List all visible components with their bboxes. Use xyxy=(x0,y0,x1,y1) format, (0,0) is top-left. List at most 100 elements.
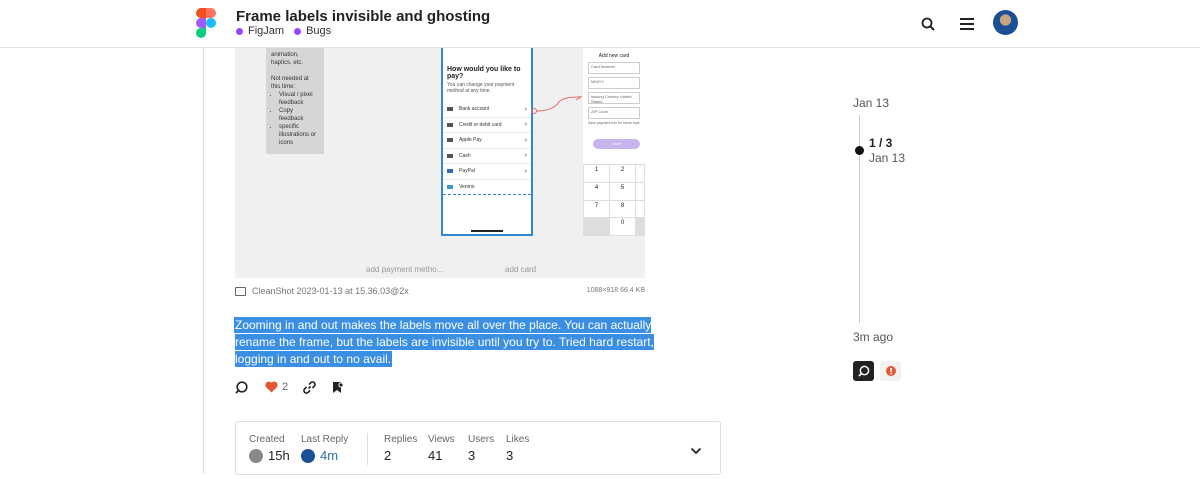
timeline-handle[interactable] xyxy=(855,146,864,155)
note-bullet: Copy feedback xyxy=(279,107,319,123)
numeric-keypad: 1 2 4 5 7 8 0 xyxy=(583,164,645,236)
key xyxy=(636,182,644,200)
apple-icon xyxy=(447,138,453,143)
figma-logo[interactable] xyxy=(196,8,216,38)
replies-stat: Replies 2 xyxy=(384,434,417,463)
pay-option: Apple Pay › xyxy=(443,133,531,149)
key: 4 xyxy=(584,182,609,200)
key: 8 xyxy=(610,200,635,218)
timeline-reply-button[interactable] xyxy=(853,361,874,381)
timeline-position-date: Jan 13 xyxy=(869,151,906,165)
category-label: FigJam xyxy=(248,25,285,37)
connector-arrow-icon xyxy=(531,96,582,114)
reply-icon[interactable] xyxy=(234,380,248,394)
category-bugs[interactable]: Bugs xyxy=(294,25,331,37)
category-dot-icon xyxy=(236,27,243,35)
note-bullet: specific illustrations or icons xyxy=(279,123,319,147)
stat-value: 3 xyxy=(506,448,514,463)
sticky-note: animation, haptics, etc. Not needed at t… xyxy=(266,48,324,154)
stat-label: Users xyxy=(468,434,495,445)
key: 2 xyxy=(610,165,635,182)
hamburger-menu-icon[interactable] xyxy=(957,14,977,34)
phone-subtext: You can change your payment method at an… xyxy=(447,82,515,94)
user-avatar[interactable] xyxy=(993,10,1018,35)
search-icon[interactable] xyxy=(918,14,938,34)
bookmark-flag-icon[interactable] xyxy=(330,380,344,394)
timeline-start-date[interactable]: Jan 13 xyxy=(853,96,889,110)
topic-title[interactable]: Frame labels invisible and ghosting xyxy=(236,8,490,25)
link-icon[interactable] xyxy=(302,380,316,394)
frame-caption: add payment metho... xyxy=(366,265,444,274)
views-stat: Views 41 xyxy=(428,434,455,463)
pay-option: Cash › xyxy=(443,149,531,164)
category-figjam[interactable]: FigJam xyxy=(236,25,284,37)
created-stat: Created 15h xyxy=(249,434,290,463)
note-line: haptics, etc. xyxy=(271,60,304,66)
last-reply-stat: Last Reply 4m xyxy=(301,434,348,463)
timeline-position: 1 / 3 xyxy=(869,136,893,150)
users-stat: Users 3 xyxy=(468,434,494,463)
chevron-down-icon[interactable] xyxy=(690,442,702,460)
key: 7 xyxy=(584,200,609,218)
key: 5 xyxy=(610,182,635,200)
stat-label: Replies xyxy=(384,434,418,445)
stat-label: Last Reply xyxy=(301,434,349,445)
last-replier-avatar[interactable] xyxy=(301,448,315,463)
phone-frame-payment: How would you like to pay? You can chang… xyxy=(441,48,533,236)
stat-label: Likes xyxy=(506,434,530,445)
key: 0 xyxy=(610,218,635,235)
image-filename[interactable]: CleanShot 2023-01-13 at 15.36.03@2x xyxy=(252,286,409,296)
card-field: Card Number xyxy=(588,62,640,74)
category-dot-icon xyxy=(294,27,302,35)
likes-stat: Likes 3 xyxy=(506,434,529,463)
stat-value: 41 xyxy=(428,448,443,463)
creator-avatar[interactable] xyxy=(249,448,263,463)
paypal-icon xyxy=(447,169,453,174)
stat-value: 3 xyxy=(468,448,476,463)
cash-icon xyxy=(447,153,453,158)
selected-text: Zooming in and out makes the labels move… xyxy=(235,318,654,366)
phone-heading: How would you like to pay? xyxy=(447,66,521,80)
frame-caption: add card xyxy=(505,265,537,274)
pay-option: Venmo xyxy=(443,180,531,195)
stat-value: 15h xyxy=(268,448,290,463)
category-breadcrumb: FigJam Bugs xyxy=(236,25,331,37)
card-field: Save payment info for future trips xyxy=(588,121,640,125)
topic-map: Created 15h Last Reply 4m Replies 2 View… xyxy=(235,421,721,475)
pay-option: PayPal › xyxy=(443,164,531,180)
stat-value: 2 xyxy=(384,448,392,463)
reply-icon xyxy=(857,365,869,377)
card-field: Issuing Country United States xyxy=(588,92,640,104)
note-bullet: Visual / pixel feedback xyxy=(279,91,319,107)
pay-option: Bank account › xyxy=(443,102,531,118)
site-header: Frame labels invisible and ghosting FigJ… xyxy=(0,0,1200,48)
like-count[interactable]: 2 xyxy=(282,381,288,393)
timeline-notification-button[interactable] xyxy=(880,361,901,381)
category-label: Bugs xyxy=(306,25,332,37)
card-save-button: Save xyxy=(593,139,640,149)
image-size: 1088×918 66.4 KB xyxy=(586,287,645,294)
venmo-icon xyxy=(447,184,453,189)
note-line: Not needed at xyxy=(271,76,309,82)
note-line: this time: xyxy=(271,84,296,90)
card-field: ZIP Code xyxy=(588,107,640,119)
embedded-screenshot[interactable]: animation, haptics, etc. Not needed at t… xyxy=(235,48,645,278)
topic-map-divider xyxy=(367,433,368,465)
stat-value[interactable]: 4m xyxy=(320,448,338,463)
alert-icon xyxy=(885,366,896,376)
post-actions: 2 xyxy=(234,380,344,394)
phone-frame-add-card: Add new card Card Number MM/YY Issuing C… xyxy=(583,48,645,236)
key: 1 xyxy=(584,165,609,182)
card-field: MM/YY xyxy=(588,77,640,89)
card-icon xyxy=(447,122,453,127)
timeline-end-label[interactable]: 3m ago xyxy=(853,330,893,344)
stat-label: Created xyxy=(249,434,285,445)
bank-icon xyxy=(447,107,453,112)
card-heading: Add new card xyxy=(598,53,630,59)
key xyxy=(636,165,644,182)
image-icon xyxy=(235,287,246,296)
heart-icon[interactable] xyxy=(264,380,278,394)
note-line: animation, xyxy=(271,52,299,58)
post-body: Zooming in and out makes the labels move… xyxy=(235,317,665,368)
stat-label: Views xyxy=(428,434,455,445)
